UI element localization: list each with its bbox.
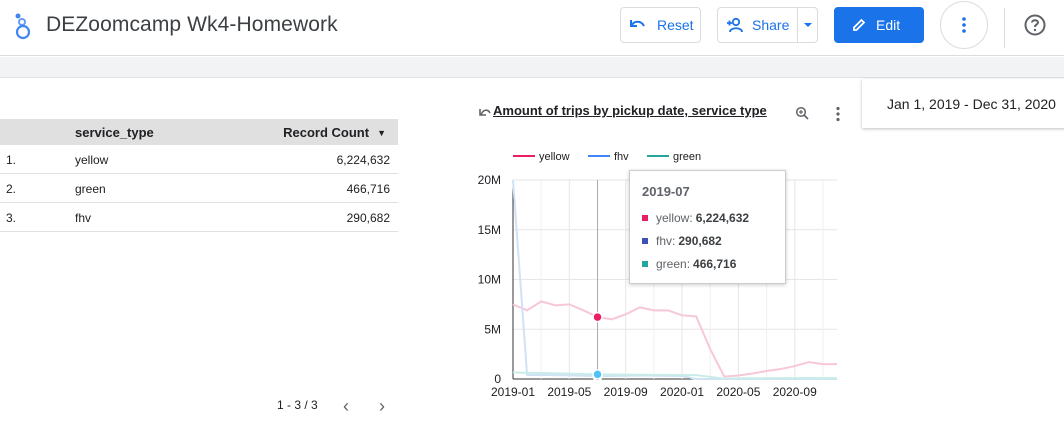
x-tick-label: 2020-01 (660, 385, 704, 399)
tooltip-title: 2019-07 (642, 184, 690, 199)
highlight-point-green (592, 369, 603, 380)
x-tick-label: 2019-01 (491, 385, 535, 399)
tooltip-value: 290,682 (678, 234, 722, 248)
tooltip-value: 466,716 (693, 257, 737, 271)
tooltip-label: yellow: (656, 211, 693, 225)
y-tick-label: 0 (494, 372, 501, 386)
y-tick-label: 15M (478, 223, 501, 237)
y-tick-label: 20M (478, 173, 501, 187)
y-tick-label: 5M (484, 322, 501, 336)
tooltip-row: green: 466,716 (642, 257, 736, 271)
x-tick-label: 2019-05 (547, 385, 591, 399)
tooltip-row: fhv: 290,682 (642, 234, 722, 248)
tooltip-label: green: (656, 257, 691, 271)
tooltip-swatch (642, 261, 648, 267)
highlight-point-yellow (592, 311, 603, 323)
tooltip-value: 6,224,632 (695, 211, 750, 225)
series-line-yellow (512, 300, 837, 378)
trips-line-chart: 0 5M 10M 15M 20M 2019-01 2019-05 2019-09 2020-01… (478, 151, 837, 399)
x-tick-label: 2019-09 (604, 385, 648, 399)
legend-label-fhv: fhv (614, 151, 629, 163)
tooltip-swatch (642, 238, 648, 244)
legend-label-yellow: yellow (539, 151, 570, 163)
x-tick-label: 2020-09 (773, 385, 817, 399)
tooltip-swatch (642, 215, 648, 221)
tooltip-label: fhv: (656, 234, 676, 248)
tooltip-row: yellow: 6,224,632 (642, 211, 749, 225)
chart-tooltip: 2019-07 yellow: 6,224,632 fhv: 290,682 g… (629, 170, 786, 284)
y-tick-label: 10M (478, 273, 501, 287)
legend-label-green: green (673, 151, 701, 163)
x-tick-label: 2020-05 (716, 385, 760, 399)
